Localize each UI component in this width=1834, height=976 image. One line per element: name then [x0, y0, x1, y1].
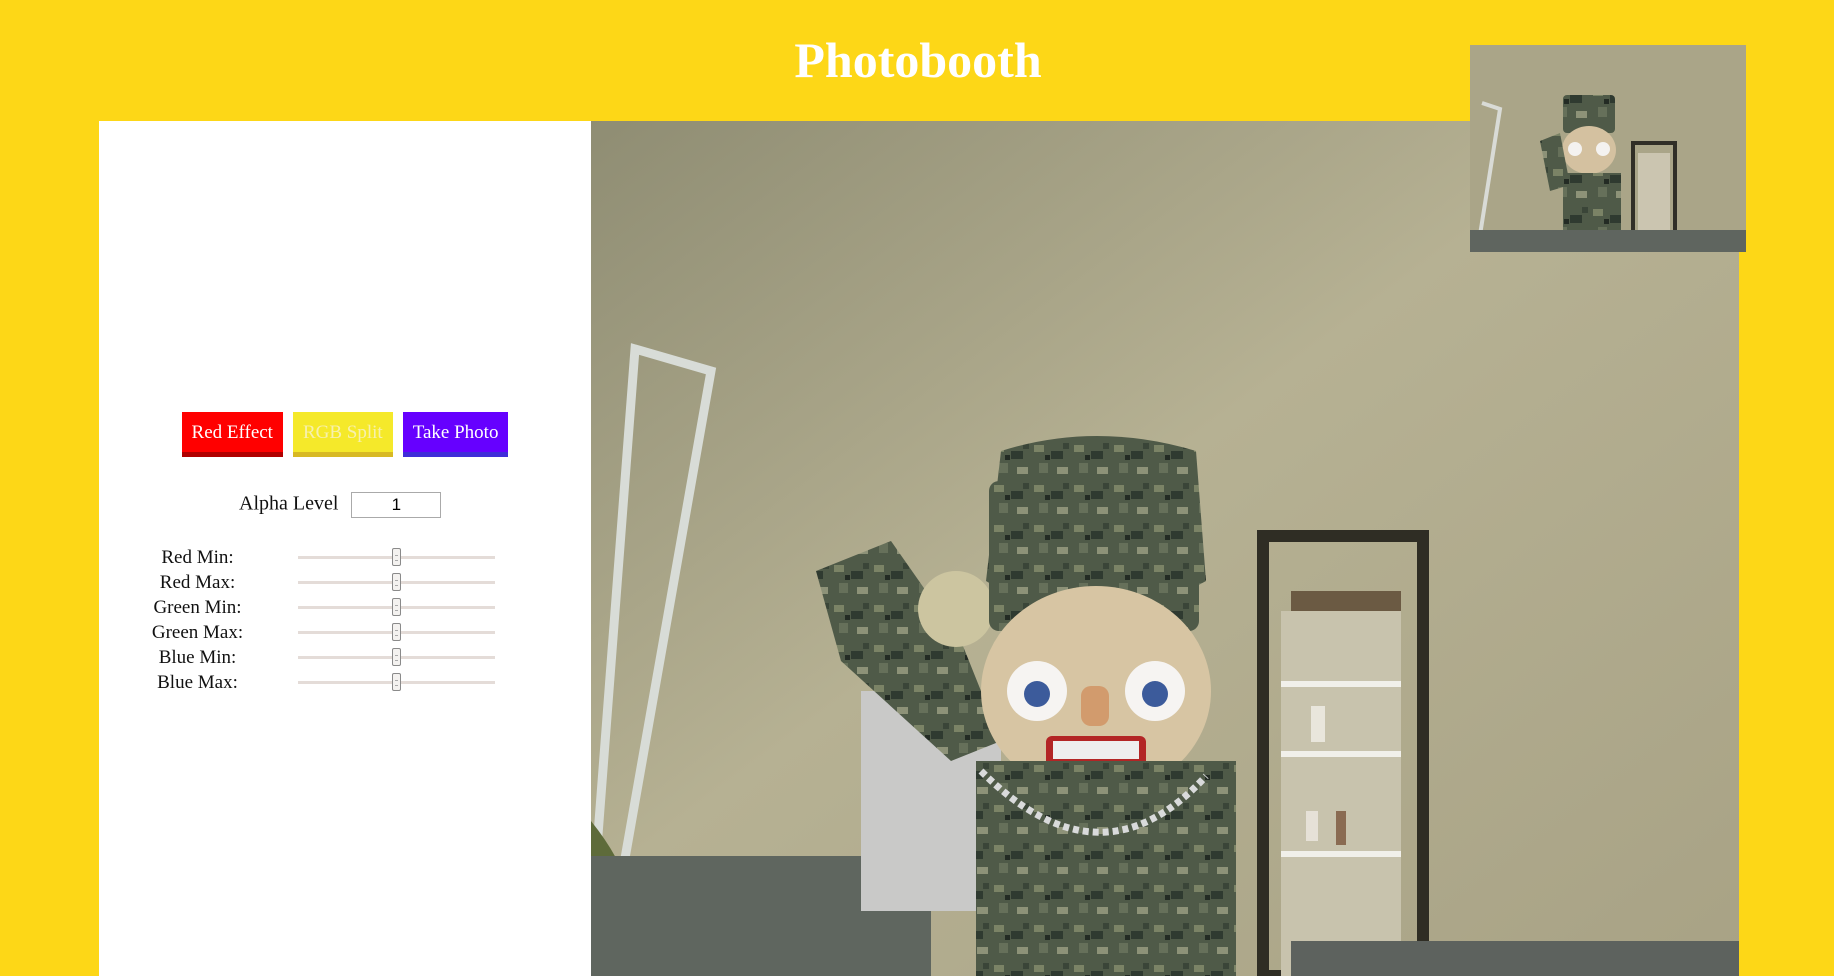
red-effect-button[interactable]: Red Effect — [181, 412, 283, 457]
red-max-slider[interactable] — [298, 573, 495, 591]
slider-row-green-min: Green Min: — [99, 595, 591, 620]
slider-thumb[interactable] — [391, 623, 401, 641]
blue-min-slider[interactable] — [298, 648, 495, 666]
slider-label: Green Min: — [153, 597, 242, 618]
slider-row-blue-min: Blue Min: — [99, 645, 591, 670]
rgb-sliders: Red Min: Red Max: Green Min: Green Max: … — [99, 545, 591, 695]
slider-row-red-min: Red Min: — [99, 545, 591, 570]
slider-thumb[interactable] — [391, 573, 401, 591]
red-min-slider[interactable] — [298, 548, 495, 566]
slider-label: Red Max: — [159, 572, 236, 593]
blue-max-slider[interactable] — [298, 673, 495, 691]
alpha-level-control: Alpha Level — [239, 492, 442, 518]
slider-row-blue-max: Blue Max: — [99, 670, 591, 695]
effect-buttons: Red Effect RGB Split Take Photo — [99, 412, 591, 457]
alpha-level-label: Alpha Level — [239, 492, 339, 515]
slider-thumb[interactable] — [391, 598, 401, 616]
slider-label: Blue Max: — [157, 672, 238, 693]
slider-row-red-max: Red Max: — [99, 570, 591, 595]
rgb-split-button[interactable]: RGB Split — [292, 412, 393, 457]
green-max-slider[interactable] — [298, 623, 495, 641]
alpha-level-input[interactable] — [351, 492, 442, 518]
slider-label: Red Min: — [161, 547, 234, 568]
slider-thumb[interactable] — [391, 648, 401, 666]
take-photo-button[interactable]: Take Photo — [402, 412, 509, 457]
slider-row-green-max: Green Max: — [99, 620, 591, 645]
slider-label: Blue Min: — [158, 647, 237, 668]
slider-thumb[interactable] — [391, 673, 401, 691]
slider-label: Green Max: — [151, 622, 244, 643]
green-min-slider[interactable] — [298, 598, 495, 616]
slider-thumb[interactable] — [391, 548, 401, 566]
photo-thumbnail[interactable] — [1470, 45, 1746, 252]
controls-panel: Red Effect RGB Split Take Photo Alpha Le… — [99, 121, 591, 976]
